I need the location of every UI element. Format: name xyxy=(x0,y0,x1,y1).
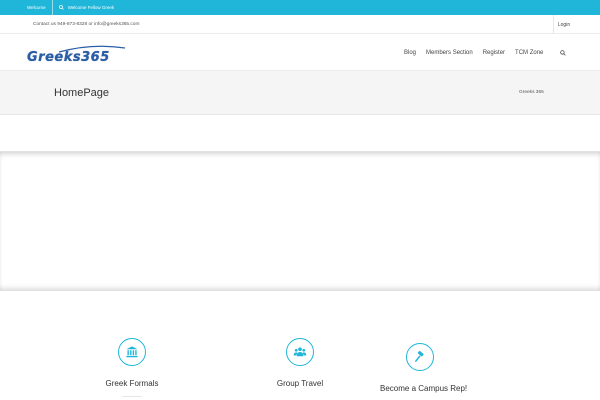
logo-swoosh-icon xyxy=(58,45,126,53)
nav-item-blog[interactable]: Blog xyxy=(404,50,416,56)
ticker-text: Welcome Fellow Greek xyxy=(67,5,115,10)
welcome-ticker: Welcome Fellow Greek xyxy=(53,5,114,10)
feature-label: Group Travel xyxy=(276,379,324,388)
contact-bar: Contact us 949-873-8328 or info@greeks36… xyxy=(0,15,600,34)
feature-label: Become a Campus Rep! xyxy=(380,384,468,393)
feature-divider xyxy=(122,396,142,398)
bank-icon xyxy=(126,346,138,358)
contact-info: Contact us 949-873-8328 or info@greeks36… xyxy=(33,22,140,27)
welcome-text: Welcome xyxy=(27,5,46,10)
nav-item-members-section[interactable]: Members Section xyxy=(426,50,473,56)
main-nav: Blog Members Section Register TCM Zone xyxy=(394,35,567,71)
page-title: HomePage xyxy=(54,87,110,99)
site-logo[interactable]: Greeks365 xyxy=(27,45,126,65)
search-icon[interactable] xyxy=(560,50,567,56)
login-link[interactable]: Login xyxy=(553,15,574,34)
nav-item-tcm-zone[interactable]: TCM Zone xyxy=(515,50,543,56)
feature-icon-circle xyxy=(406,343,434,371)
page-title-bar: HomePage Greeks 365 xyxy=(0,71,600,115)
group-icon xyxy=(293,347,307,357)
feature-group-travel[interactable]: Group Travel xyxy=(260,338,340,388)
gavel-icon xyxy=(415,350,424,362)
feature-icon-circle xyxy=(118,338,146,366)
feature-icon-circle xyxy=(286,338,314,366)
nav-item-register[interactable]: Register xyxy=(483,50,505,56)
feature-campus-rep[interactable]: Become a Campus Rep! xyxy=(380,343,468,393)
breadcrumb[interactable]: Greeks 365 xyxy=(519,71,544,115)
feature-greek-formals[interactable]: Greek Formals xyxy=(92,338,172,398)
hero-slider xyxy=(0,151,600,291)
top-announcement-bar: Welcome Welcome Fellow Greek xyxy=(0,0,600,15)
search-icon xyxy=(58,5,64,10)
feature-label: Greek Formals xyxy=(105,379,159,388)
